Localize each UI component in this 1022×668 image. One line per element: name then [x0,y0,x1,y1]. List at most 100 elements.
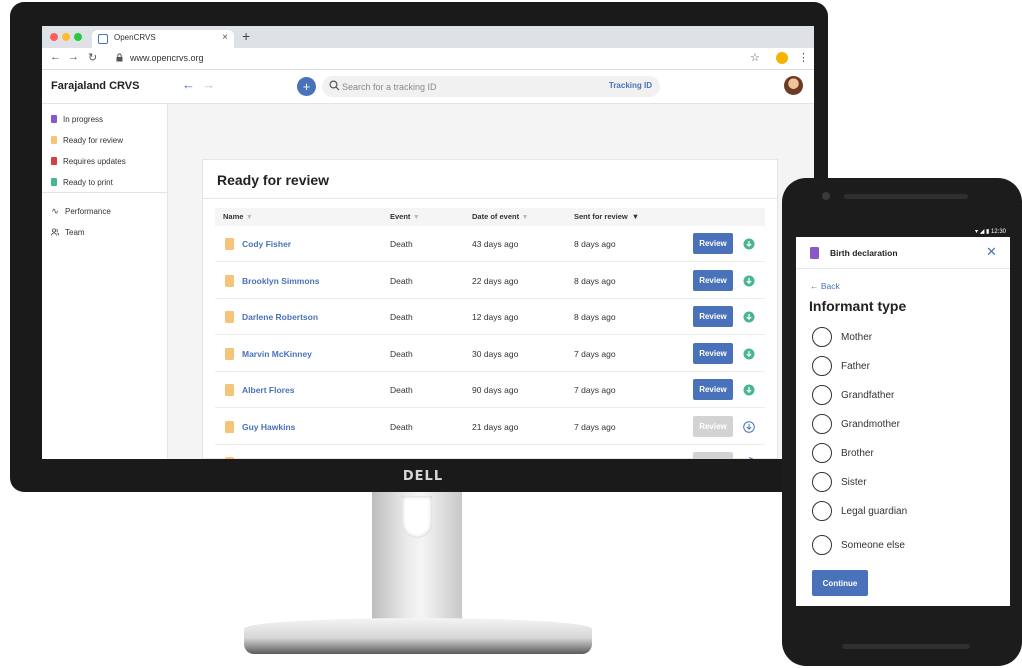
record-name-link[interactable]: Darlene Robertson [242,312,318,322]
review-button[interactable]: Review [693,452,733,459]
browser-profile-avatar[interactable] [776,52,788,64]
table-row: Brooklyn Simmons Death 22 days ago 8 days a… [215,263,765,299]
browser-forward-icon[interactable]: → [68,51,79,63]
sidebar-item-ready-for-review[interactable]: Ready for review [51,133,123,147]
radio-button[interactable] [812,501,832,521]
user-avatar[interactable] [784,76,803,95]
file-orange-icon [225,384,234,396]
url-text[interactable]: www.opencrvs.org [130,53,204,63]
search-icon [329,80,340,91]
radio-button[interactable] [812,443,832,463]
record-date-of-event: 30 days ago [472,348,519,359]
search-bar[interactable]: Tracking ID [322,76,660,97]
radio-label: Brother [841,447,874,459]
bookmark-star-icon[interactable]: ☆ [750,51,760,64]
column-header-date-of-event[interactable]: Date of event ▾ [472,212,527,221]
sidebar-item-team[interactable]: Team [51,225,85,239]
radio-button[interactable] [812,356,832,376]
sidebar-item-performance[interactable]: ∿ Performance [51,204,111,218]
record-date-of-event: 43 days ago [472,239,519,249]
users-icon [51,228,59,236]
downloaded-icon[interactable] [743,311,755,323]
radio-option[interactable]: Grandfather [812,384,894,406]
app-back-icon[interactable]: ← [182,77,195,92]
file-orange-icon [225,457,234,459]
downloaded-icon[interactable] [743,275,755,287]
create-new-button[interactable]: + [297,77,316,96]
record-name-link[interactable]: Brooklyn Simmons [242,276,319,286]
record-date-of-event: 22 days ago [472,275,519,286]
sidebar-item-in-progress[interactable]: In progress [51,112,103,126]
monitor-stand-base [244,618,592,654]
search-input[interactable] [342,79,602,94]
record-date-of-event: 21 days ago [472,421,519,432]
browser-tab[interactable]: OpenCRVS × [92,30,234,48]
review-button[interactable]: Review [693,233,733,254]
column-header-event[interactable]: Event ▾ [390,212,418,221]
sidebar-item-requires-updates[interactable]: Requires updates [51,154,126,168]
new-tab-icon[interactable]: + [242,28,250,44]
minimize-window-dot[interactable] [62,33,70,41]
search-type-selector[interactable]: Tracking ID [609,81,652,90]
radio-option[interactable]: Grandmother [812,413,900,435]
sidebar-item-ready-to-print[interactable]: Ready to print [51,175,113,189]
sidebar-item-label: Performance [65,206,111,216]
download-icon[interactable] [743,420,755,433]
file-orange-icon [225,311,234,323]
radio-option[interactable]: Sister [812,471,867,493]
activity-icon: ∿ [51,205,59,216]
review-button[interactable]: Review [693,415,733,437]
close-window-dot[interactable] [50,33,58,41]
monitor: DELL OpenCRVS × + ← → ↻ www.opencrvs.org… [10,2,828,492]
loading-spinner-icon[interactable] [743,457,755,459]
maximize-window-dot[interactable] [74,33,82,41]
sidebar-item-label: Team [65,227,85,237]
file-orange-icon [225,420,234,433]
radio-label: Grandfather [841,389,895,401]
radio-option[interactable]: Someone else [812,534,905,556]
scene: DELL OpenCRVS × + ← → ↻ www.opencrvs.org… [0,0,1022,668]
browser-reload-icon[interactable]: ↻ [88,51,97,64]
radio-option[interactable]: Legal guardian [812,500,907,522]
radio-option[interactable]: Mother [812,326,872,348]
monitor-logo: DELL [402,469,444,484]
review-button[interactable]: Review [693,342,733,364]
file-orange-icon [225,347,234,360]
radio-button[interactable] [812,414,832,434]
monitor-stand-slot [402,496,432,538]
record-name-link[interactable]: Cody Fisher [242,239,291,249]
radio-option[interactable]: Brother [812,442,874,464]
radio-button[interactable] [812,535,832,555]
record-name-link[interactable]: Marvin McKinney [242,349,312,359]
record-name-link[interactable]: Guy Hawkins [242,422,295,432]
continue-button[interactable]: Continue [812,570,868,596]
browser-back-icon[interactable]: ← [50,51,61,63]
review-button[interactable]: Review [693,379,733,400]
downloaded-icon[interactable] [743,348,755,360]
review-button[interactable]: Review [693,306,733,327]
column-header-sent-for-review[interactable]: Sent for review ▼ [574,212,639,221]
app-topbar: Farajaland CRVS ← → + Tracking ID [42,70,814,104]
sort-caret-icon: ▾ [247,212,252,221]
record-name-link[interactable]: Albert Flores [242,385,294,395]
downloaded-icon[interactable] [743,238,755,250]
status-time: 12:30 [990,229,1006,235]
browser-menu-icon[interactable]: ⋮ [798,51,809,64]
radio-button[interactable] [812,327,832,347]
phone: ▾ ◢ ▮ 12:30 Birth declaration ✕ ← Back I… [782,178,1022,666]
record-name-link[interactable]: Esther Howard [242,458,302,459]
record-sent-for-review: 8 days ago [574,275,616,286]
back-link[interactable]: ← Back [810,281,840,291]
column-header-name[interactable]: Name ▾ [223,212,251,221]
radio-button[interactable] [812,385,832,405]
radio-option[interactable]: Father [812,355,870,377]
record-sent-for-review: 7 days ago [574,421,616,432]
downloaded-icon[interactable] [743,384,755,396]
radio-button[interactable] [812,472,832,492]
app-forward-icon[interactable]: → [202,77,215,92]
review-button[interactable]: Review [693,269,733,291]
radio-label: Legal guardian [841,505,908,517]
tab-close-icon[interactable]: × [222,32,228,43]
close-icon[interactable]: ✕ [986,244,997,260]
record-event: Death [390,275,413,286]
